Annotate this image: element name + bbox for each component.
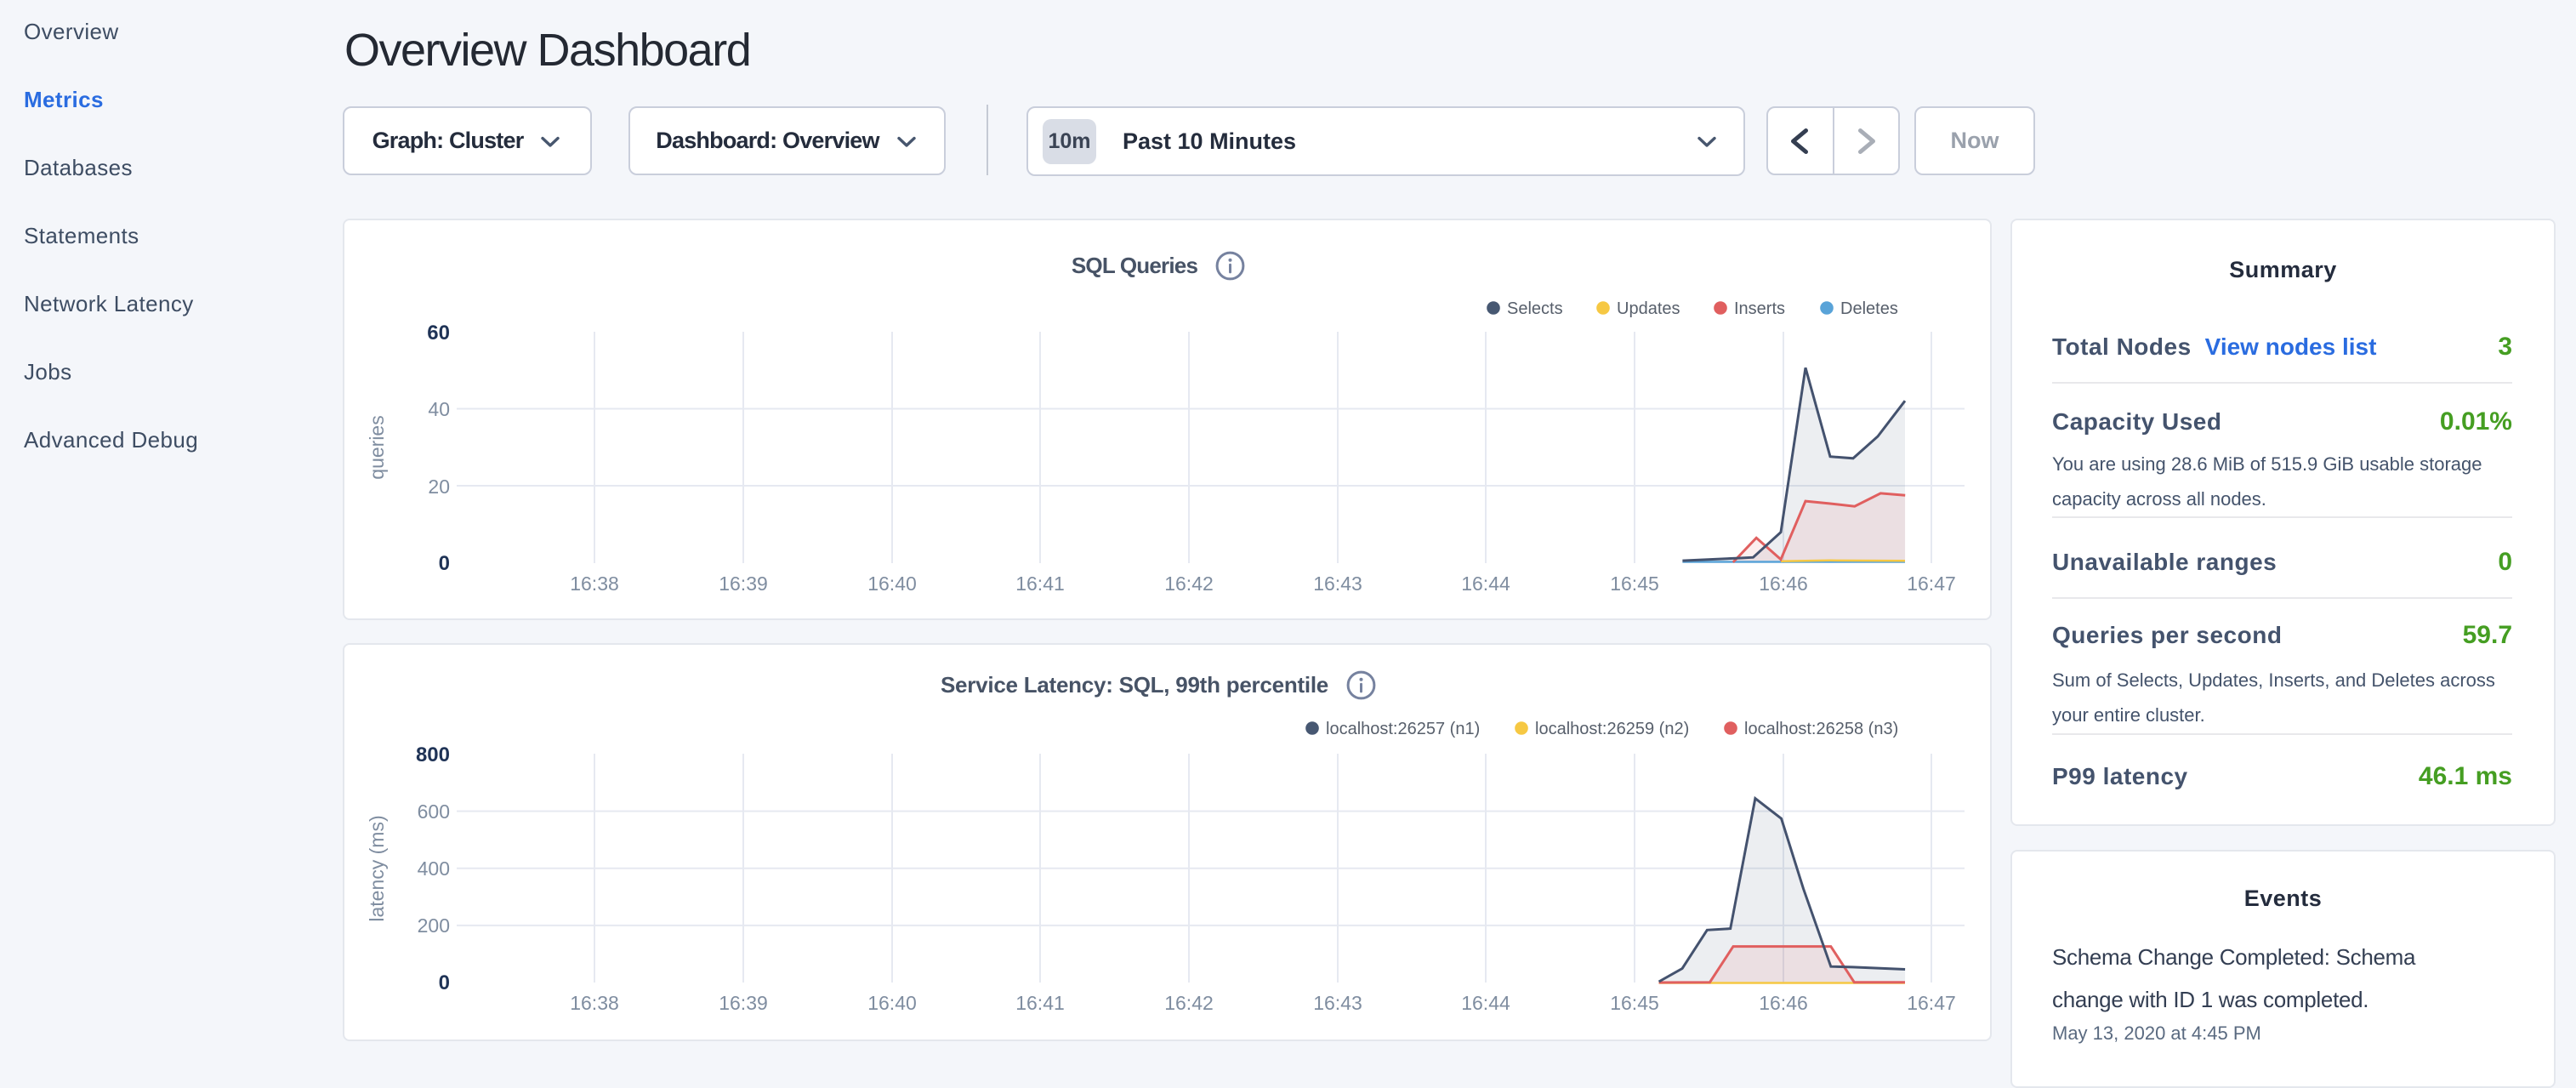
svg-text:600: 600 [418,800,450,823]
svg-text:16:40: 16:40 [867,572,917,595]
svg-text:800: 800 [416,743,450,766]
svg-text:400: 400 [418,857,450,880]
svg-text:16:39: 16:39 [719,992,768,1014]
svg-text:40: 40 [428,398,450,420]
svg-text:16:38: 16:38 [570,992,619,1014]
svg-text:16:44: 16:44 [1461,572,1510,595]
svg-text:16:44: 16:44 [1461,992,1510,1014]
svg-text:localhost:26258 (n3): localhost:26258 (n3) [1744,720,1898,738]
svg-text:Deletes: Deletes [1840,299,1898,318]
svg-text:latency (ms): latency (ms) [366,815,388,921]
svg-text:Selects: Selects [1507,299,1563,318]
svg-text:16:41: 16:41 [1015,992,1065,1014]
svg-text:16:40: 16:40 [867,992,917,1014]
svg-text:60: 60 [427,322,450,345]
svg-text:16:39: 16:39 [719,572,768,595]
svg-text:16:38: 16:38 [570,572,619,595]
svg-text:16:42: 16:42 [1164,572,1214,595]
svg-text:16:46: 16:46 [1759,992,1808,1014]
svg-text:200: 200 [418,914,450,937]
svg-text:localhost:26259 (n2): localhost:26259 (n2) [1535,720,1689,738]
svg-text:Inserts: Inserts [1734,299,1785,318]
svg-text:Updates: Updates [1617,299,1680,318]
svg-text:16:43: 16:43 [1313,992,1362,1014]
svg-text:16:41: 16:41 [1015,572,1065,595]
svg-text:0: 0 [439,552,450,575]
svg-text:20: 20 [428,476,450,498]
svg-text:0: 0 [439,971,450,994]
svg-text:queries: queries [366,415,388,479]
svg-text:16:46: 16:46 [1759,572,1808,595]
svg-text:16:47: 16:47 [1907,572,1956,595]
svg-text:16:47: 16:47 [1907,992,1956,1014]
svg-text:16:43: 16:43 [1313,572,1362,595]
svg-text:16:45: 16:45 [1610,572,1659,595]
svg-text:16:45: 16:45 [1610,992,1659,1014]
svg-text:localhost:26257 (n1): localhost:26257 (n1) [1326,720,1480,738]
svg-text:16:42: 16:42 [1164,992,1214,1014]
